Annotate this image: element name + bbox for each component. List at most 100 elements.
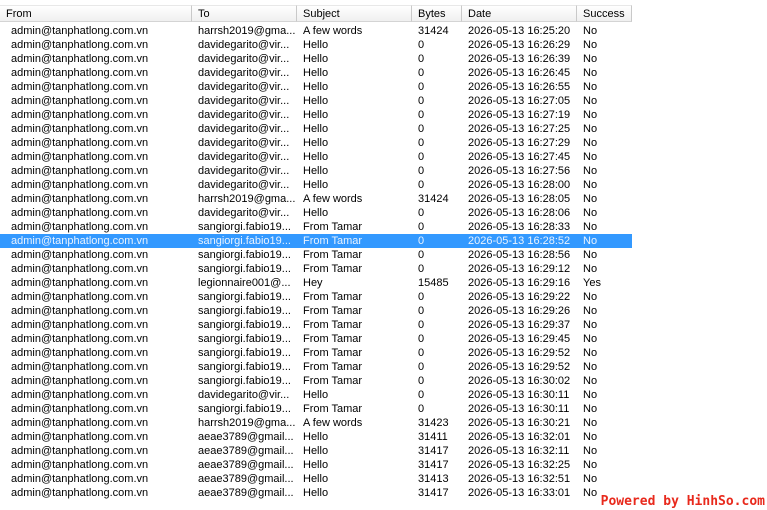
cell-to: legionnaire001@...: [198, 277, 291, 289]
column-header-date[interactable]: Date: [462, 5, 577, 22]
cell-bytes: 0: [418, 319, 425, 331]
table-row[interactable]: admin@tanphatlong.com.vn aeae3789@gmail..…: [0, 444, 767, 458]
table-row[interactable]: admin@tanphatlong.com.vn davidegarito@vir…: [0, 206, 767, 220]
table-row[interactable]: admin@tanphatlong.com.vn legionnaire001@.…: [0, 276, 767, 290]
table-row[interactable]: admin@tanphatlong.com.vn harrsh2019@gma..…: [0, 24, 767, 38]
cell-success: No: [583, 473, 598, 485]
table-row[interactable]: admin@tanphatlong.com.vn sangiorgi.fabio1…: [0, 374, 767, 388]
cell-to: davidegarito@vir...: [198, 207, 290, 219]
cell-from: admin@tanphatlong.com.vn: [11, 333, 149, 345]
cell-subject: From Tamar: [303, 403, 363, 415]
table-row[interactable]: admin@tanphatlong.com.vn davidegarito@vir…: [0, 150, 767, 164]
cell-bytes: 0: [418, 53, 425, 65]
cell-subject: Hello: [303, 207, 329, 219]
cell-success: No: [583, 109, 598, 121]
cell-to: sangiorgi.fabio19...: [198, 403, 291, 415]
cell-bytes: 0: [418, 39, 425, 51]
cell-to: harrsh2019@gma...: [198, 417, 296, 429]
cell-to: aeae3789@gmail...: [198, 445, 294, 457]
cell-subject: Hello: [303, 459, 329, 471]
cell-bytes: 0: [418, 235, 425, 247]
table-row[interactable]: admin@tanphatlong.com.vn sangiorgi.fabio1…: [0, 402, 767, 416]
column-header-subject[interactable]: Subject: [297, 5, 412, 22]
cell-to: sangiorgi.fabio19...: [198, 263, 291, 275]
cell-bytes: 0: [418, 403, 425, 415]
cell-date: 2026-05-13 16:28:33: [468, 221, 571, 233]
cell-subject: Hello: [303, 179, 329, 191]
cell-from: admin@tanphatlong.com.vn: [11, 417, 149, 429]
table-row[interactable]: admin@tanphatlong.com.vn davidegarito@vir…: [0, 94, 767, 108]
cell-from: admin@tanphatlong.com.vn: [11, 25, 149, 37]
cell-from: admin@tanphatlong.com.vn: [11, 487, 149, 499]
cell-bytes: 15485: [418, 277, 449, 289]
cell-success: No: [583, 235, 598, 247]
table-row[interactable]: admin@tanphatlong.com.vn davidegarito@vir…: [0, 66, 767, 80]
table-row[interactable]: admin@tanphatlong.com.vn harrsh2019@gma..…: [0, 192, 767, 206]
table-row[interactable]: admin@tanphatlong.com.vn sangiorgi.fabio1…: [0, 346, 767, 360]
cell-subject: From Tamar: [303, 235, 363, 247]
table-row[interactable]: admin@tanphatlong.com.vn davidegarito@vir…: [0, 122, 767, 136]
table-row[interactable]: admin@tanphatlong.com.vn davidegarito@vir…: [0, 136, 767, 150]
cell-bytes: 0: [418, 375, 425, 387]
cell-from: admin@tanphatlong.com.vn: [11, 137, 149, 149]
table-row[interactable]: admin@tanphatlong.com.vn davidegarito@vir…: [0, 178, 767, 192]
cell-success: No: [583, 137, 598, 149]
cell-to: sangiorgi.fabio19...: [198, 347, 291, 359]
column-header-to[interactable]: To: [192, 5, 297, 22]
message-list[interactable]: admin@tanphatlong.com.vn harrsh2019@gma..…: [0, 24, 767, 500]
cell-bytes: 0: [418, 249, 425, 261]
cell-subject: Hey: [303, 277, 323, 289]
column-header-success[interactable]: Success: [577, 5, 632, 22]
table-row[interactable]: admin@tanphatlong.com.vn sangiorgi.fabio1…: [0, 248, 767, 262]
cell-to: davidegarito@vir...: [198, 179, 290, 191]
column-header-bytes[interactable]: Bytes: [412, 5, 462, 22]
table-row[interactable]: admin@tanphatlong.com.vn sangiorgi.fabio1…: [0, 332, 767, 346]
cell-bytes: 31423: [418, 417, 449, 429]
cell-date: 2026-05-13 16:30:11: [468, 389, 570, 401]
cell-success: No: [583, 81, 598, 93]
cell-from: admin@tanphatlong.com.vn: [11, 95, 149, 107]
cell-success: No: [583, 319, 598, 331]
table-row[interactable]: admin@tanphatlong.com.vn sangiorgi.fabio1…: [0, 262, 767, 276]
table-row[interactable]: admin@tanphatlong.com.vn aeae3789@gmail..…: [0, 458, 767, 472]
cell-to: davidegarito@vir...: [198, 151, 290, 163]
table-row[interactable]: admin@tanphatlong.com.vn aeae3789@gmail..…: [0, 472, 767, 486]
table-row[interactable]: admin@tanphatlong.com.vn davidegarito@vir…: [0, 38, 767, 52]
table-row[interactable]: admin@tanphatlong.com.vn sangiorgi.fabio1…: [0, 304, 767, 318]
cell-bytes: 0: [418, 389, 425, 401]
table-row[interactable]: admin@tanphatlong.com.vn davidegarito@vir…: [0, 388, 767, 402]
table-row[interactable]: admin@tanphatlong.com.vn sangiorgi.fabio1…: [0, 318, 767, 332]
cell-to: sangiorgi.fabio19...: [198, 221, 291, 233]
cell-subject: Hello: [303, 431, 329, 443]
cell-to: harrsh2019@gma...: [198, 25, 296, 37]
cell-bytes: 0: [418, 305, 425, 317]
cell-date: 2026-05-13 16:28:56: [468, 249, 571, 261]
table-row[interactable]: admin@tanphatlong.com.vn sangiorgi.fabio1…: [0, 290, 767, 304]
table-row[interactable]: admin@tanphatlong.com.vn davidegarito@vir…: [0, 108, 767, 122]
table-row[interactable]: admin@tanphatlong.com.vn aeae3789@gmail..…: [0, 430, 767, 444]
cell-subject: From Tamar: [303, 263, 363, 275]
cell-from: admin@tanphatlong.com.vn: [11, 263, 149, 275]
cell-bytes: 0: [418, 95, 425, 107]
cell-from: admin@tanphatlong.com.vn: [11, 221, 149, 233]
table-row[interactable]: admin@tanphatlong.com.vn sangiorgi.fabio1…: [0, 220, 767, 234]
table-row[interactable]: admin@tanphatlong.com.vn davidegarito@vir…: [0, 80, 767, 94]
cell-subject: Hello: [303, 151, 329, 163]
cell-date: 2026-05-13 16:32:25: [468, 459, 571, 471]
table-row[interactable]: admin@tanphatlong.com.vn sangiorgi.fabio1…: [0, 360, 767, 374]
cell-bytes: 31417: [418, 459, 449, 471]
column-header-from[interactable]: From: [0, 5, 192, 22]
cell-to: davidegarito@vir...: [198, 81, 290, 93]
table-row[interactable]: admin@tanphatlong.com.vn davidegarito@vir…: [0, 52, 767, 66]
table-row[interactable]: admin@tanphatlong.com.vn sangiorgi.fabio1…: [0, 234, 632, 248]
cell-to: sangiorgi.fabio19...: [198, 375, 291, 387]
cell-from: admin@tanphatlong.com.vn: [11, 249, 149, 261]
cell-from: admin@tanphatlong.com.vn: [11, 81, 149, 93]
cell-subject: Hello: [303, 39, 329, 51]
cell-to: aeae3789@gmail...: [198, 487, 294, 499]
table-row[interactable]: admin@tanphatlong.com.vn harrsh2019@gma..…: [0, 416, 767, 430]
cell-subject: From Tamar: [303, 375, 363, 387]
cell-from: admin@tanphatlong.com.vn: [11, 39, 149, 51]
cell-to: sangiorgi.fabio19...: [198, 361, 291, 373]
table-row[interactable]: admin@tanphatlong.com.vn davidegarito@vir…: [0, 164, 767, 178]
